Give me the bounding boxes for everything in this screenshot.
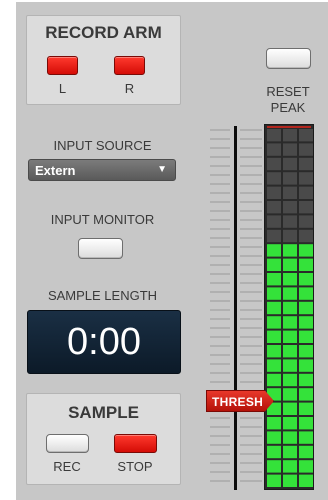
meter-segment-lit <box>299 345 313 358</box>
meter-segment-off <box>299 229 313 243</box>
meter-segment-off <box>267 129 281 142</box>
meter-segment-off <box>299 172 313 185</box>
meter-segment-off <box>283 172 297 185</box>
meter-segment-off <box>283 201 297 214</box>
meter-segment-lit <box>267 330 281 343</box>
meter-segment-off <box>299 186 313 199</box>
meter-segment-off <box>299 201 313 214</box>
meter-segment-lit <box>267 445 281 459</box>
meter-segment-lit <box>283 258 297 271</box>
meter-segment-lit <box>283 460 297 473</box>
level-meter-segments <box>267 126 313 487</box>
threshold-scale-line <box>234 126 237 490</box>
meter-segment-lit <box>267 273 281 286</box>
meter-segment-lit <box>283 474 297 487</box>
meter-segment-off <box>283 129 297 142</box>
meter-segment-lit <box>299 402 313 415</box>
meter-segment-lit <box>267 301 281 315</box>
level-meter <box>264 124 314 490</box>
meter-segment-lit <box>283 316 297 329</box>
meter-segment-off <box>267 172 281 185</box>
meter-segment-lit <box>283 301 297 315</box>
meter-segment-off <box>267 215 281 228</box>
meter-segment-lit <box>267 373 281 387</box>
meter-segment-lit <box>283 273 297 286</box>
meter-segment-off <box>299 157 313 171</box>
meter-segment-off <box>267 186 281 199</box>
meter-segment-lit <box>267 287 281 300</box>
meter-segment-lit <box>299 373 313 387</box>
meter-segment-lit <box>299 301 313 315</box>
meter-segment-lit <box>283 287 297 300</box>
meter-segment-lit <box>299 474 313 487</box>
meter-segment-lit <box>283 359 297 372</box>
meter-segment-lit <box>283 373 297 387</box>
meter-segment-lit <box>299 287 313 300</box>
meter-segment-lit <box>267 359 281 372</box>
meter-segment-lit <box>299 445 313 459</box>
meter-segment-lit <box>283 402 297 415</box>
meter-segment-lit <box>299 244 313 257</box>
meter-segment-off <box>283 186 297 199</box>
meter-segment-lit <box>299 330 313 343</box>
meter-segment-off <box>299 215 313 228</box>
meter-segment-lit <box>299 460 313 473</box>
meter-segment-lit <box>267 345 281 358</box>
meter-segment-off <box>283 143 297 156</box>
meter-segment-lit <box>299 273 313 286</box>
meter-segment-lit <box>283 431 297 444</box>
meter-segment-lit <box>299 258 313 271</box>
meter-segment-off <box>267 229 281 243</box>
meter-segment-lit <box>267 316 281 329</box>
meter-segment-off <box>267 143 281 156</box>
meter-segment-off <box>299 129 313 142</box>
meter-segment-lit <box>283 244 297 257</box>
meter-segment-lit <box>267 417 281 430</box>
meter-segment-off <box>267 201 281 214</box>
meter-segment-lit <box>267 244 281 257</box>
meter-segment-lit <box>283 417 297 430</box>
meter-segment-lit <box>283 330 297 343</box>
meter-segment-lit <box>267 431 281 444</box>
meter-segment-lit <box>299 431 313 444</box>
meter-segment-lit <box>299 359 313 372</box>
meter-segment-lit <box>299 417 313 430</box>
meter-segment-off <box>267 157 281 171</box>
meter-segment-off <box>283 215 297 228</box>
meter-segment-off <box>299 143 313 156</box>
threshold-slider-handle[interactable]: THRESH <box>206 390 274 412</box>
meter-segment-lit <box>267 258 281 271</box>
peak-indicator <box>267 126 311 128</box>
meter-segment-lit <box>299 316 313 329</box>
meter-segment-lit <box>283 445 297 459</box>
meter-segment-lit <box>267 474 281 487</box>
meter-segment-lit <box>267 460 281 473</box>
meter-segment-off <box>283 229 297 243</box>
meter-segment-lit <box>283 345 297 358</box>
meter-segment-lit <box>299 388 313 401</box>
meter-segment-off <box>283 157 297 171</box>
meter-segment-lit <box>283 388 297 401</box>
